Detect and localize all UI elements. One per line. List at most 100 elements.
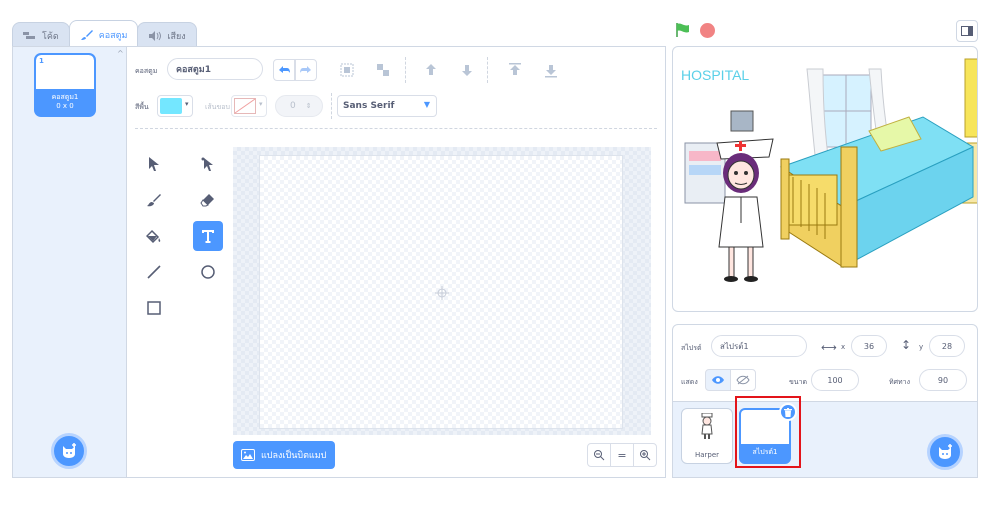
zoom-in-button[interactable] xyxy=(633,443,657,467)
stage-size-toggle[interactable] xyxy=(956,20,978,42)
backward-button[interactable] xyxy=(457,60,477,80)
eye-icon xyxy=(712,376,724,384)
rectangle-tool[interactable] xyxy=(139,293,169,323)
cat-plus-icon xyxy=(63,443,76,458)
code-icon xyxy=(23,31,35,39)
chevron-down-icon: ▼ xyxy=(423,100,430,109)
dropdown-caret-icon: ▾ xyxy=(259,100,263,108)
sprite-name-input[interactable]: สไปรต์1 xyxy=(711,335,807,357)
ungroup-icon xyxy=(377,64,389,76)
fill-swatch xyxy=(160,98,182,114)
scratch-editor: โค้ด คอสตูม เสียง 1 คอสตูม1 0 x 0 ^ คอสต… xyxy=(12,16,978,478)
paint-canvas[interactable] xyxy=(259,155,623,429)
divider xyxy=(331,93,332,119)
group-button[interactable] xyxy=(337,60,357,80)
line-tool[interactable] xyxy=(139,257,169,287)
harper-thumbnail xyxy=(701,413,713,439)
direction-input[interactable]: 90 xyxy=(919,369,967,391)
fill-tool[interactable] xyxy=(139,221,169,251)
convert-label: แปลงเป็นบิตแมป xyxy=(261,451,327,461)
costume-tile[interactable]: 1 คอสตูม1 0 x 0 xyxy=(34,53,96,117)
arrow-top-icon xyxy=(509,63,521,75)
tab-code-label: โค้ด xyxy=(42,31,59,42)
tab-code[interactable]: โค้ด xyxy=(12,22,70,48)
reshape-icon xyxy=(201,157,213,171)
choose-sprite-button[interactable] xyxy=(927,434,963,470)
no-color-icon xyxy=(234,98,256,114)
tab-costumes[interactable]: คอสตูม xyxy=(68,20,139,48)
back-button[interactable] xyxy=(541,60,561,80)
brush-icon xyxy=(80,29,93,40)
show-label: แสดง xyxy=(681,378,698,386)
font-select[interactable]: Sans Serif ▼ xyxy=(337,95,437,117)
cat-plus-icon xyxy=(939,444,952,459)
show-sprite-button[interactable] xyxy=(705,369,731,391)
stop-button[interactable] xyxy=(700,23,715,38)
arrow-down-icon xyxy=(462,65,472,76)
circle-tool[interactable] xyxy=(193,257,223,287)
arrow-bottom-icon xyxy=(545,65,557,78)
costume-list: 1 คอสตูม1 0 x 0 ^ xyxy=(13,47,127,477)
sprite-tile-harper[interactable]: Harper xyxy=(681,408,733,464)
zoom-reset-button[interactable]: = xyxy=(610,443,634,467)
toolbar-divider xyxy=(135,128,657,129)
hospital-backdrop xyxy=(684,58,977,282)
costume-thumbnail xyxy=(36,55,94,89)
brush-tool[interactable] xyxy=(139,185,169,215)
eraser-icon xyxy=(200,194,214,207)
scroll-up-icon[interactable]: ^ xyxy=(117,49,124,58)
outline-label: เส้นขอบ xyxy=(205,103,230,111)
tab-costumes-label: คอสตูม xyxy=(98,30,128,41)
rectangle-icon xyxy=(147,301,161,315)
redo-icon xyxy=(300,66,311,73)
outline-width-input[interactable]: 0 ⇕ xyxy=(275,95,323,117)
x-arrows-icon: ⟷ xyxy=(821,341,837,354)
line-icon xyxy=(147,265,161,279)
sprite-name: Harper xyxy=(694,451,720,459)
choose-costume-button[interactable] xyxy=(51,433,87,469)
text-tool[interactable] xyxy=(193,221,223,251)
tab-sounds[interactable]: เสียง xyxy=(137,22,197,48)
arrow-up-icon xyxy=(426,64,436,75)
highlight-annotation-box xyxy=(735,396,801,468)
outline-color-picker[interactable]: ▾ xyxy=(231,95,267,117)
x-label: x xyxy=(841,343,846,351)
size-input[interactable]: 100 xyxy=(811,369,859,391)
undo-button[interactable] xyxy=(273,59,295,81)
image-icon xyxy=(241,449,255,461)
tab-sounds-label: เสียง xyxy=(167,31,186,42)
costume-number: 1 xyxy=(39,57,44,65)
zoom-reset-label: = xyxy=(617,448,627,462)
front-button[interactable] xyxy=(505,60,525,80)
dropdown-caret-icon: ▾ xyxy=(185,100,189,108)
ungroup-button[interactable] xyxy=(373,60,393,80)
fill-color-picker[interactable]: ▾ xyxy=(157,95,193,117)
costume-name-input[interactable]: คอสตูม1 xyxy=(167,58,263,80)
group-icon xyxy=(340,63,354,77)
hide-sprite-button[interactable] xyxy=(730,369,756,391)
speaker-icon xyxy=(149,30,162,41)
sprite-info-panel: สไปรต์ สไปรต์1 ⟷ x 36 ↕ y 28 แสดง ขนาด 1… xyxy=(672,324,978,402)
reshape-tool[interactable] xyxy=(193,149,223,179)
convert-to-bitmap-button[interactable]: แปลงเป็นบิตแมป xyxy=(233,441,335,469)
y-input[interactable]: 28 xyxy=(929,335,965,357)
outline-width-value: 0 xyxy=(290,101,296,111)
redo-button[interactable] xyxy=(295,59,317,81)
y-arrows-icon: ↕ xyxy=(901,338,912,352)
direction-label: ทิศทาง xyxy=(889,378,911,386)
brush-icon xyxy=(147,194,161,207)
stage[interactable]: HOSPITAL xyxy=(672,46,978,312)
paint-bucket-icon xyxy=(146,229,161,244)
divider xyxy=(487,57,488,83)
zoom-out-button[interactable] xyxy=(587,443,611,467)
x-input[interactable]: 36 xyxy=(851,335,887,357)
select-arrow-icon xyxy=(149,157,159,171)
costume-label: คอสตูม xyxy=(135,67,158,75)
sprite-list: Harper สไปรต์1 xyxy=(672,402,978,478)
forward-button[interactable] xyxy=(421,60,441,80)
fill-label: สีพื้น xyxy=(135,103,149,111)
eraser-tool[interactable] xyxy=(193,185,223,215)
select-tool[interactable] xyxy=(139,149,169,179)
green-flag-icon[interactable] xyxy=(675,22,691,38)
size-label: ขนาด xyxy=(789,378,808,386)
